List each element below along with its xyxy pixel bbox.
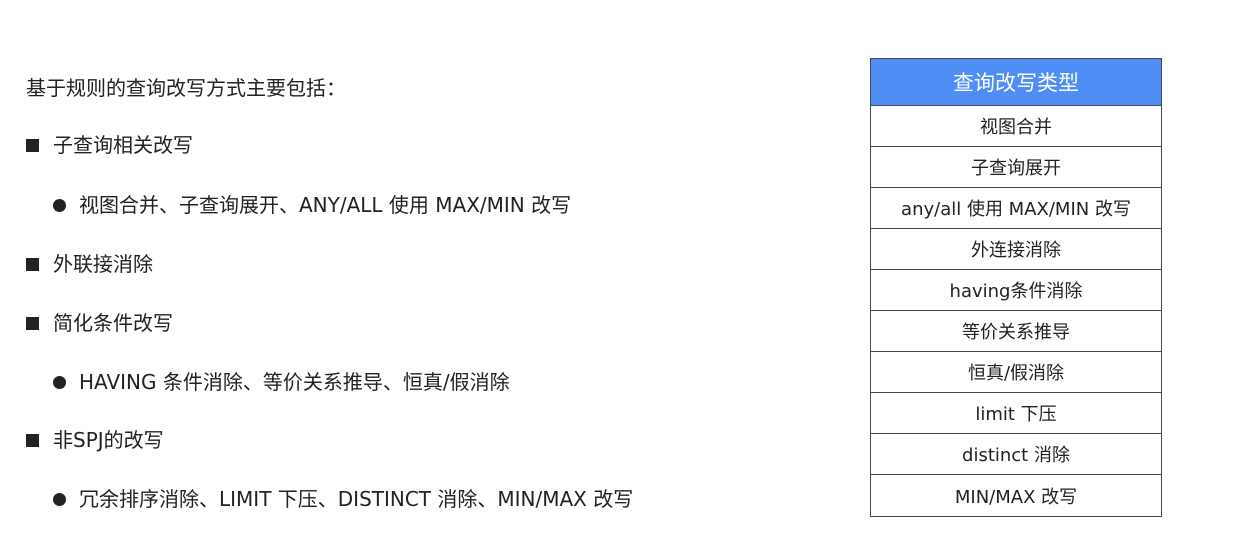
outline-item-non-spj-rewrite: 非SPJ的改写 [26,426,164,454]
rewrite-types-table: 查询改写类型 视图合并 子查询展开 any/all 使用 MAX/MIN 改写 … [870,58,1162,517]
table-row: 视图合并 [871,106,1161,147]
outline-subitem-subquery-rewrite: 视图合并、子查询展开、ANY/ALL 使用 MAX/MIN 改写 [53,191,571,219]
table-row: 恒真/假消除 [871,352,1161,393]
outline-item-label: 外联接消除 [53,252,153,276]
square-bullet-icon [26,257,39,271]
square-bullet-icon [26,138,39,152]
outline-item-outer-join-elimination: 外联接消除 [26,250,153,278]
outline-subitem-simplify-conditions: HAVING 条件消除、等价关系推导、恒真/假消除 [53,368,510,396]
table-row: 等价关系推导 [871,311,1161,352]
outline-item-simplify-conditions: 简化条件改写 [26,309,173,337]
table-row: any/all 使用 MAX/MIN 改写 [871,188,1161,229]
dot-bullet-icon [53,375,66,389]
intro-text: 基于规则的查询改写方式主要包括： [26,76,346,100]
table-row: 外连接消除 [871,229,1161,270]
table-row: having条件消除 [871,270,1161,311]
outline-subitem-label: HAVING 条件消除、等价关系推导、恒真/假消除 [79,370,510,394]
outline-item-label: 非SPJ的改写 [53,428,164,452]
table-row: limit 下压 [871,393,1161,434]
outline-item-subquery-rewrite: 子查询相关改写 [26,131,193,159]
outline-item-label: 子查询相关改写 [53,133,193,157]
outline-subitem-label: 冗余排序消除、LIMIT 下压、DISTINCT 消除、MIN/MAX 改写 [79,487,634,511]
table-row: 子查询展开 [871,147,1161,188]
outline-subitem-label: 视图合并、子查询展开、ANY/ALL 使用 MAX/MIN 改写 [79,193,572,217]
square-bullet-icon [26,433,39,447]
dot-bullet-icon [53,492,66,506]
dot-bullet-icon [53,198,66,212]
table-header: 查询改写类型 [871,59,1161,106]
table-row: MIN/MAX 改写 [954,486,1078,508]
outline-item-label: 简化条件改写 [53,311,173,335]
outline-subitem-non-spj-rewrite: 冗余排序消除、LIMIT 下压、DISTINCT 消除、MIN/MAX 改写 [53,485,633,513]
square-bullet-icon [26,316,39,330]
table-row: distinct 消除 [871,434,1161,475]
